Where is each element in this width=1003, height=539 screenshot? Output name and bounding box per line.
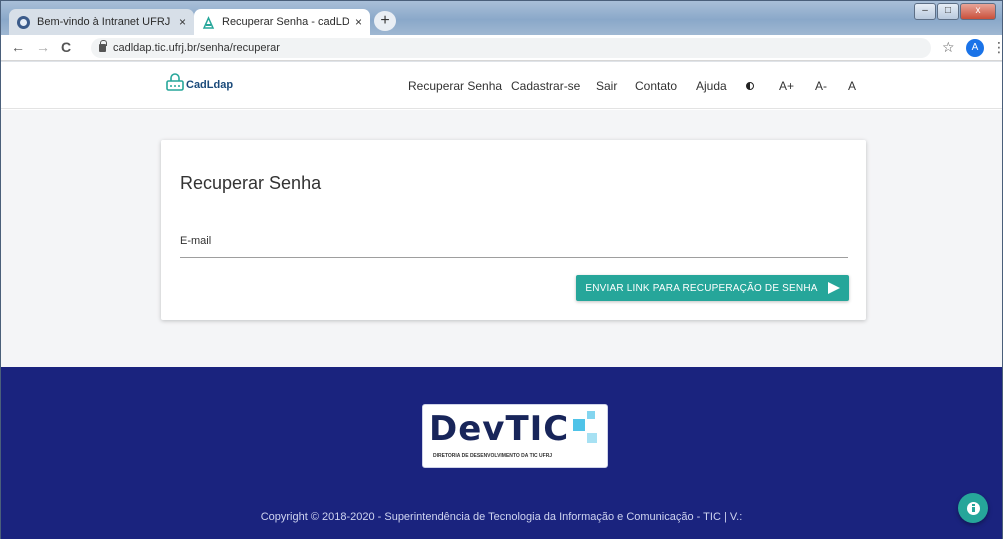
send-recovery-link-button[interactable]: ENVIAR LINK PARA RECUPERAÇÃO DE SENHA <box>576 275 849 301</box>
nav-label: A- <box>815 78 827 93</box>
url-text: cadldap.tic.ufrj.br/senha/recuperar <box>113 42 280 54</box>
info-fab-button[interactable] <box>958 493 988 523</box>
main-content: Recuperar Senha E-mail ENVIAR LINK PARA … <box>1 110 1002 368</box>
logo-square <box>587 433 597 443</box>
maximize-icon[interactable]: □ <box>937 3 959 20</box>
email-field[interactable]: E-mail <box>180 235 211 247</box>
back-arrow-icon[interactable]: ← <box>11 39 25 55</box>
recover-password-card: Recuperar Senha E-mail ENVIAR LINK PARA … <box>161 140 866 320</box>
nav-ajuda[interactable]: Ajuda <box>696 62 727 109</box>
page-title: Recuperar Senha <box>180 173 322 193</box>
nav-label: Recuperar Senha <box>408 78 503 93</box>
nav-cadastrar[interactable]: Cadastrar-se <box>511 62 580 109</box>
new-tab-button[interactable]: + <box>374 11 396 31</box>
logo-square <box>587 411 595 419</box>
nav-label: Cadastrar-se <box>511 78 581 93</box>
font-reset-button[interactable]: A <box>848 62 856 109</box>
send-icon <box>827 282 840 294</box>
nav-label: Contato <box>635 78 678 93</box>
nav-label: A+ <box>779 78 795 93</box>
minimize-icon[interactable]: – <box>914 3 936 20</box>
contrast-icon <box>746 81 754 90</box>
tab-title: Bem-vindo à Intranet UFRJ | Intra <box>37 16 173 28</box>
ufrj-favicon-icon <box>17 15 30 29</box>
footer: DevTIC DIRETORIA DE DESENVOLVIMENTO DA T… <box>1 367 1002 539</box>
contrast-toggle[interactable] <box>746 62 754 109</box>
devtic-subtitle: DIRETORIA DE DESENVOLVIMENTO DA TIC UFRJ <box>433 453 553 459</box>
cadldap-logo[interactable]: CadLdap <box>165 72 233 92</box>
forward-arrow-icon[interactable]: → <box>36 39 50 55</box>
font-decrease-button[interactable]: A- <box>815 62 827 109</box>
nav-contato[interactable]: Contato <box>635 62 677 109</box>
browser-menu-icon[interactable]: ⋮ <box>992 39 1003 56</box>
top-navbar: CadLdap Recuperar Senha Cadastrar-se Sai… <box>1 62 1002 109</box>
close-tab-icon[interactable]: × <box>355 15 362 29</box>
nav-sair[interactable]: Sair <box>596 62 617 109</box>
page: CadLdap Recuperar Senha Cadastrar-se Sai… <box>1 62 1002 539</box>
lock-icon <box>99 40 107 52</box>
email-underline <box>180 257 848 258</box>
info-icon <box>966 501 980 515</box>
bookmark-star-icon[interactable]: ☆ <box>942 39 955 56</box>
nav-recuperar-senha[interactable]: Recuperar Senha <box>408 62 502 109</box>
nav-label: Sair <box>596 78 618 93</box>
logo-square <box>573 419 585 431</box>
tab-strip: Bem-vindo à Intranet UFRJ | Intra × Recu… <box>1 1 1002 35</box>
logo-text: CadLdap <box>186 79 234 91</box>
cadldap-favicon-icon <box>202 15 215 29</box>
reload-icon[interactable]: C <box>61 39 71 55</box>
copyright-text: Copyright © 2018-2020 - Superintendência… <box>260 511 743 523</box>
devtic-logo-word: DevTIC <box>429 409 570 449</box>
nav-label: A <box>848 78 857 93</box>
tab-title: Recuperar Senha - cadLDAP <box>222 16 349 28</box>
address-bar: ← → C cadldap.tic.ufrj.br/senha/recupera… <box>1 35 1003 61</box>
tab-recuperar-senha[interactable]: Recuperar Senha - cadLDAP × <box>194 9 370 35</box>
button-label: ENVIAR LINK PARA RECUPERAÇÃO DE SENHA <box>585 282 818 294</box>
devtic-logo: DevTIC DIRETORIA DE DESENVOLVIMENTO DA T… <box>422 404 608 468</box>
nav-label: Ajuda <box>696 78 727 93</box>
tab-intranet[interactable]: Bem-vindo à Intranet UFRJ | Intra × <box>9 9 194 35</box>
close-tab-icon[interactable]: × <box>179 15 186 29</box>
browser-window: Bem-vindo à Intranet UFRJ | Intra × Recu… <box>0 0 1003 539</box>
close-window-icon[interactable]: x <box>960 3 996 20</box>
window-controls: – □ x <box>914 3 996 20</box>
lock-logo-icon <box>165 72 185 92</box>
url-field[interactable]: cadldap.tic.ufrj.br/senha/recuperar <box>91 38 931 58</box>
font-increase-button[interactable]: A+ <box>779 62 794 109</box>
profile-avatar[interactable]: A <box>966 39 984 57</box>
